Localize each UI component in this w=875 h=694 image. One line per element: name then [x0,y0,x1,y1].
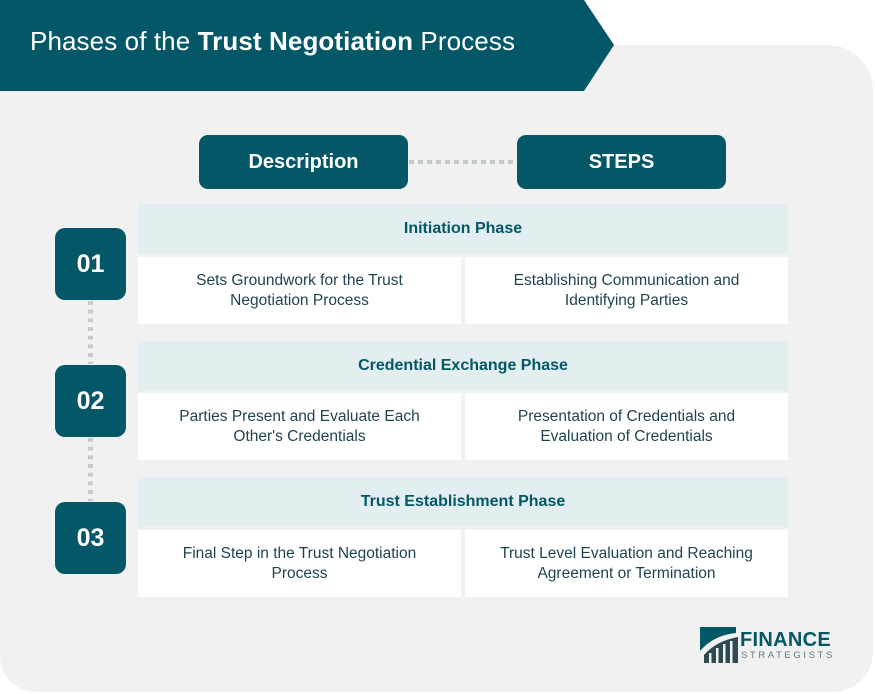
column-header-description: Description [199,135,408,189]
title-bold: Trust Negotiation [197,26,414,56]
phase-number-badge: 02 [55,365,126,437]
dotted-connector-vertical [88,438,93,501]
phase-header: Trust Establishment Phase [138,477,788,527]
phase-number-badge: 03 [55,502,126,574]
finance-strategists-logo: FINANCE STRATEGISTS [700,627,840,665]
phase-steps: Establishing Communication and Identifyi… [513,271,740,309]
page-title: Phases of the Trust Negotiation Process [30,26,515,57]
phase-description: Sets Groundwork for the Trust Negotiatio… [196,271,403,309]
phase-description-cell: Sets Groundwork for the Trust Negotiatio… [138,257,461,324]
phase-description: Parties Present and Evaluate Each Other'… [179,407,420,445]
phase-description-cell: Parties Present and Evaluate Each Other'… [138,393,461,460]
column-header-steps: STEPS [517,135,726,189]
logo-text-finance: FINANCE [740,629,831,651]
phase-steps-cell: Establishing Communication and Identifyi… [465,257,788,324]
phase-steps-cell: Presentation of Credentials and Evaluati… [465,393,788,460]
phase-steps: Presentation of Credentials and Evaluati… [517,407,736,445]
phase-number-badge: 01 [55,228,126,300]
dotted-connector-horizontal [409,160,516,164]
title-suffix: Process [413,26,516,56]
title-prefix: Phases of the [30,26,198,56]
logo-text-strategists: STRATEGISTS [741,650,835,661]
title-banner: Phases of the Trust Negotiation Process [0,0,614,91]
phase-description-cell: Final Step in the Trust Negotiation Proc… [138,530,461,597]
phase-steps: Trust Level Evaluation and Reaching Agre… [500,544,753,582]
phase-description: Final Step in the Trust Negotiation Proc… [182,544,417,582]
finance-strategists-logo-icon [700,627,738,663]
phase-header: Initiation Phase [138,204,788,254]
phase-steps-cell: Trust Level Evaluation and Reaching Agre… [465,530,788,597]
dotted-connector-vertical [88,301,93,364]
phase-header: Credential Exchange Phase [138,341,788,391]
